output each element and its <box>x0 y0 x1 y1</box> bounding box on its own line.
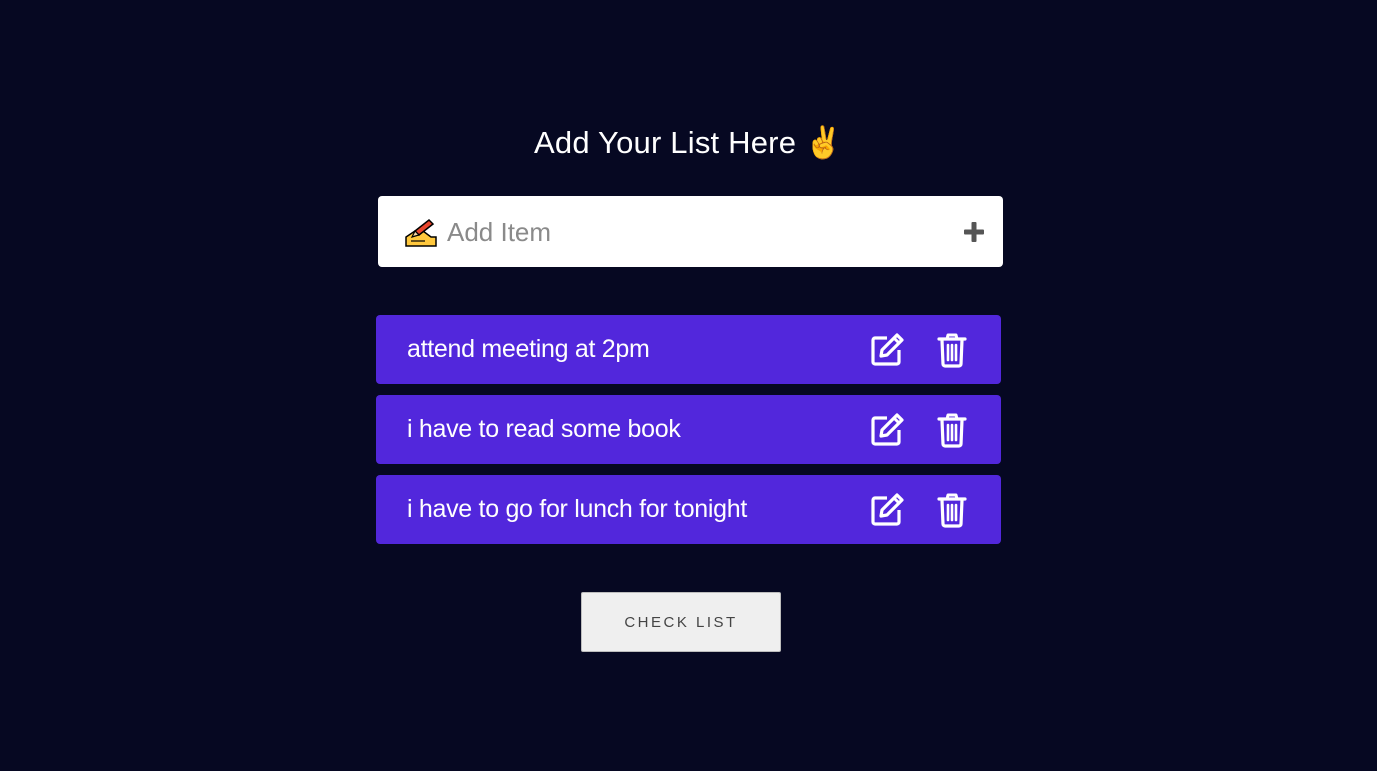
todo-app: Add Your List Here✌️ attend meeting at 2… <box>0 0 1377 771</box>
edit-icon[interactable] <box>869 332 905 368</box>
victory-hand-emoji: ✌️ <box>804 125 843 160</box>
writing-hand-icon <box>405 218 437 247</box>
todo-item: i have to read some book <box>376 395 1001 464</box>
edit-icon[interactable] <box>869 492 905 528</box>
todo-item: i have to go for lunch for tonight <box>376 475 1001 544</box>
trash-icon[interactable] <box>937 412 967 448</box>
todo-list: attend meeting at 2pm i have to read som… <box>376 315 1001 555</box>
todo-item: attend meeting at 2pm <box>376 315 1001 384</box>
check-list-button[interactable]: CHECK LIST <box>581 592 781 652</box>
add-item-input[interactable] <box>445 212 929 252</box>
page-title: Add Your List Here ✌️ <box>0 124 1377 161</box>
plus-icon[interactable] <box>962 220 986 244</box>
trash-icon[interactable] <box>937 492 967 528</box>
edit-icon[interactable] <box>869 412 905 448</box>
todo-item-text: attend meeting at 2pm <box>407 335 650 363</box>
trash-icon[interactable] <box>937 332 967 368</box>
todo-item-text: i have to go for lunch for tonight <box>407 495 748 523</box>
page-title-text: Add Your List Here <box>534 125 797 160</box>
add-item-bar <box>378 196 1003 267</box>
todo-item-text: i have to read some book <box>407 415 681 443</box>
